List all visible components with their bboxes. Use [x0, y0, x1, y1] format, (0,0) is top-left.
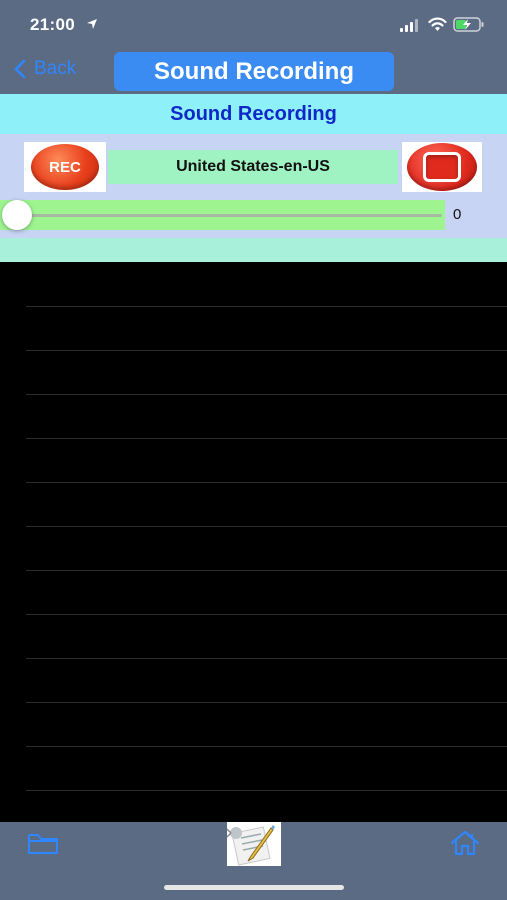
record-button[interactable]: REC — [31, 144, 99, 190]
battery-charging-icon — [453, 17, 484, 32]
stop-icon — [423, 152, 461, 182]
wifi-icon — [428, 17, 447, 31]
back-label: Back — [34, 58, 77, 79]
note-line — [26, 394, 507, 395]
note-line — [26, 790, 507, 791]
edit-document-icon[interactable] — [226, 822, 281, 866]
recording-controls: REC United States-en-US 0 — [0, 134, 507, 238]
note-line — [26, 570, 507, 571]
stop-button-frame[interactable] — [402, 142, 482, 192]
cellular-signal-icon — [400, 19, 418, 32]
note-line — [26, 482, 507, 483]
slider-thumb[interactable] — [2, 200, 32, 230]
note-line — [26, 614, 507, 615]
note-line — [26, 526, 507, 527]
nav-title: Sound Recording — [114, 52, 394, 91]
status-bar: 21:00 — [0, 0, 507, 50]
stop-button[interactable] — [407, 143, 477, 191]
notes-area[interactable] — [0, 262, 507, 835]
note-line — [26, 702, 507, 703]
note-line — [26, 746, 507, 747]
slider-track[interactable] — [16, 214, 442, 217]
note-line — [26, 306, 507, 307]
language-label[interactable]: United States-en-US — [108, 150, 398, 184]
teal-divider — [0, 238, 507, 262]
note-line — [26, 350, 507, 351]
folder-icon[interactable] — [27, 832, 59, 856]
home-indicator — [164, 885, 344, 890]
location-arrow-icon — [87, 19, 97, 29]
note-line — [26, 658, 507, 659]
slider-value: 0 — [453, 206, 462, 223]
note-line — [26, 438, 507, 439]
status-time: 21:00 — [30, 15, 75, 34]
home-icon[interactable] — [450, 830, 480, 856]
page-title-banner: Sound Recording — [0, 94, 507, 134]
back-button[interactable]: Back — [14, 58, 76, 80]
chevron-left-icon — [14, 59, 26, 79]
record-button-frame[interactable]: REC — [24, 142, 106, 192]
